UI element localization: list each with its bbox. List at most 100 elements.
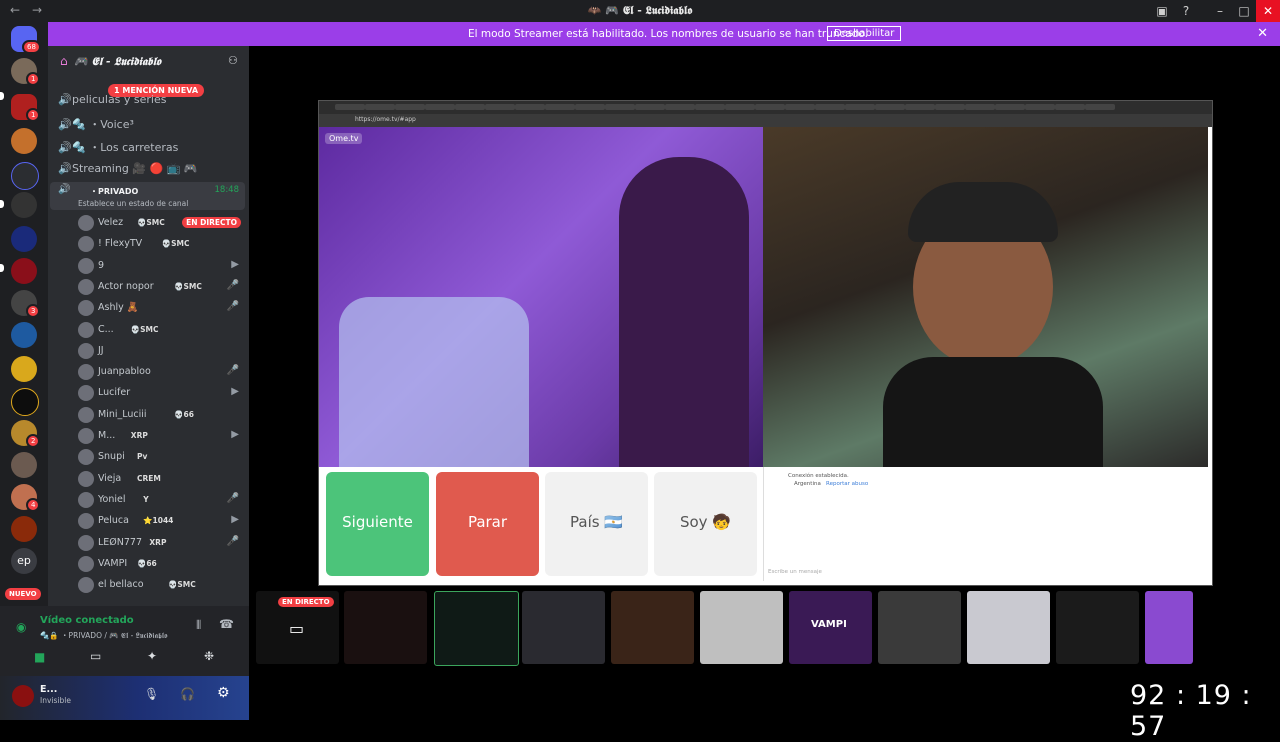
browser-tab[interactable] [905, 104, 935, 110]
participant-tile[interactable] [344, 591, 427, 664]
stop-button[interactable]: Parar [436, 472, 539, 576]
voice-member[interactable]: Velez 💀SMC EN DIRECTO [78, 214, 243, 232]
browser-tab[interactable] [875, 104, 905, 110]
browser-tab[interactable] [695, 104, 725, 110]
server-icon[interactable] [11, 226, 37, 252]
maximize-icon[interactable]: □ [1232, 0, 1256, 22]
browser-tab[interactable] [665, 104, 695, 110]
voice-member[interactable]: Juanpabloo 🎤 [78, 363, 243, 381]
help-icon[interactable]: ? [1174, 0, 1198, 22]
disconnect-icon[interactable]: ☎ [219, 617, 234, 631]
participant-tile[interactable] [1145, 591, 1193, 664]
server-icon[interactable] [11, 322, 37, 348]
server-icon[interactable] [11, 128, 37, 154]
participant-tile[interactable] [522, 591, 605, 664]
browser-tab[interactable] [935, 104, 965, 110]
server-icon[interactable] [11, 388, 39, 416]
private-voice-channel[interactable]: 🔊 ・PRIVADO 18:48 Establece un estado de … [50, 182, 245, 210]
browser-tab[interactable] [365, 104, 395, 110]
server-icon[interactable] [11, 516, 37, 542]
participant-tile[interactable] [700, 591, 783, 664]
voice-channel[interactable]: 🔊🔩 ・Voice³ [58, 116, 134, 132]
browser-tab[interactable] [335, 104, 365, 110]
browser-tab[interactable] [755, 104, 785, 110]
chat-input[interactable]: Escribe un mensaje [768, 569, 822, 575]
next-button[interactable]: Siguiente [326, 472, 429, 576]
minimize-icon[interactable]: – [1208, 0, 1232, 22]
server-icon[interactable] [11, 452, 37, 478]
avatar[interactable] [12, 685, 34, 707]
url-text[interactable]: https://ome.tv/#app [355, 116, 416, 123]
server-ep-icon[interactable]: ep [11, 548, 37, 574]
voice-member[interactable]: JJ [78, 342, 243, 360]
participant-tile[interactable] [967, 591, 1050, 664]
report-abuse-link[interactable]: Reportar abuso [826, 481, 868, 487]
browser-tab[interactable] [1025, 104, 1055, 110]
voice-member[interactable]: ! FlexyTV 💀SMC [78, 235, 243, 253]
voice-member[interactable]: el bellaco 💀SMC [78, 576, 243, 594]
voice-channel[interactable]: 🔊peliculas y series [58, 93, 167, 106]
server-icon[interactable] [11, 192, 37, 218]
country-button[interactable]: País 🇦🇷 [545, 472, 648, 576]
voice-member[interactable]: LEØN777 XRP 🎤 [78, 534, 243, 552]
voice-member[interactable]: Yoniel Y 🎤 [78, 491, 243, 509]
participant-tile[interactable] [611, 591, 694, 664]
close-icon[interactable]: ✕ [1257, 26, 1268, 41]
camera-icon[interactable]: ■ [34, 650, 45, 664]
browser-tab[interactable] [995, 104, 1025, 110]
inbox-icon[interactable]: ▣ [1150, 0, 1174, 22]
voice-channel[interactable]: 🔊🔩 ・Los carreteras [58, 139, 178, 155]
screen-share-icon[interactable]: ▭ [90, 649, 101, 663]
voice-member[interactable]: VAMPI 💀66 [78, 555, 243, 573]
voice-member[interactable]: C... 💀SMC [78, 321, 243, 339]
browser-tab[interactable] [455, 104, 485, 110]
browser-tab[interactable] [1055, 104, 1085, 110]
server-header[interactable]: ⌂ 🎮 𝕰𝖑 - 𝕷𝖚𝖈𝖎𝖉𝖎𝖆𝖇𝖑𝖔 ⚇ [48, 46, 249, 76]
headphones-icon[interactable]: 🎧 [180, 687, 195, 701]
participant-tile[interactable] [1056, 591, 1139, 664]
voice-member[interactable]: Peluca ⭐1044 ▶ [78, 512, 243, 530]
activities-icon[interactable]: ✦ [147, 649, 157, 663]
server-icon[interactable] [11, 356, 37, 382]
gender-button[interactable]: Soy 🧒 [654, 472, 757, 576]
avatar [78, 385, 94, 402]
browser-tab[interactable] [635, 104, 665, 110]
browser-tab[interactable] [725, 104, 755, 110]
voice-member[interactable]: Snupi Pv [78, 448, 243, 466]
member-name: Lucifer [98, 387, 131, 399]
voice-member[interactable]: 9 ▶ [78, 257, 243, 275]
browser-tab[interactable] [785, 104, 815, 110]
voice-member[interactable]: Lucifer ▶ [78, 384, 243, 402]
close-icon[interactable]: ✕ [1256, 0, 1280, 22]
browser-tab[interactable] [1085, 104, 1115, 110]
voice-channel[interactable]: 🔊Streaming 🎥 🔴 📺 🎮 [58, 162, 198, 175]
participant-tile[interactable] [434, 591, 519, 666]
stream-thumbnail[interactable]: EN DIRECTO ▭ [256, 591, 339, 664]
microphone-icon[interactable]: 🎙 [144, 687, 159, 701]
voice-member[interactable]: M... XRP ▶ [78, 427, 243, 445]
browser-tab[interactable] [845, 104, 875, 110]
settings-gear-icon[interactable]: ⚙ [217, 685, 230, 701]
participant-tile[interactable] [878, 591, 961, 664]
participant-tile[interactable]: VAMPI [789, 591, 872, 664]
browser-tab[interactable] [425, 104, 455, 110]
browser-tab[interactable] [575, 104, 605, 110]
add-member-icon[interactable]: ⚇ [228, 54, 238, 67]
voice-member[interactable]: Mini_Luciii 💀66 [78, 406, 243, 424]
server-icon[interactable] [11, 258, 37, 284]
voice-member[interactable]: Actor nopor 💀SMC 🎤 [78, 278, 243, 296]
voice-member[interactable]: Vieja CREM [78, 470, 243, 488]
browser-tab[interactable] [965, 104, 995, 110]
voice-member[interactable]: Ashly 🧸 🎤 [78, 299, 243, 317]
browser-tab[interactable] [485, 104, 515, 110]
soundboard-icon[interactable]: ❉ [204, 649, 214, 663]
avatar [78, 470, 94, 487]
disable-button[interactable]: Deshabilitar [827, 26, 902, 41]
browser-tab[interactable] [515, 104, 545, 110]
browser-tab[interactable] [395, 104, 425, 110]
browser-tab[interactable] [545, 104, 575, 110]
browser-tab[interactable] [815, 104, 845, 110]
noise-suppression-icon[interactable]: ⦀ [196, 618, 201, 633]
folder-icon[interactable] [11, 162, 39, 190]
browser-tab[interactable] [605, 104, 635, 110]
